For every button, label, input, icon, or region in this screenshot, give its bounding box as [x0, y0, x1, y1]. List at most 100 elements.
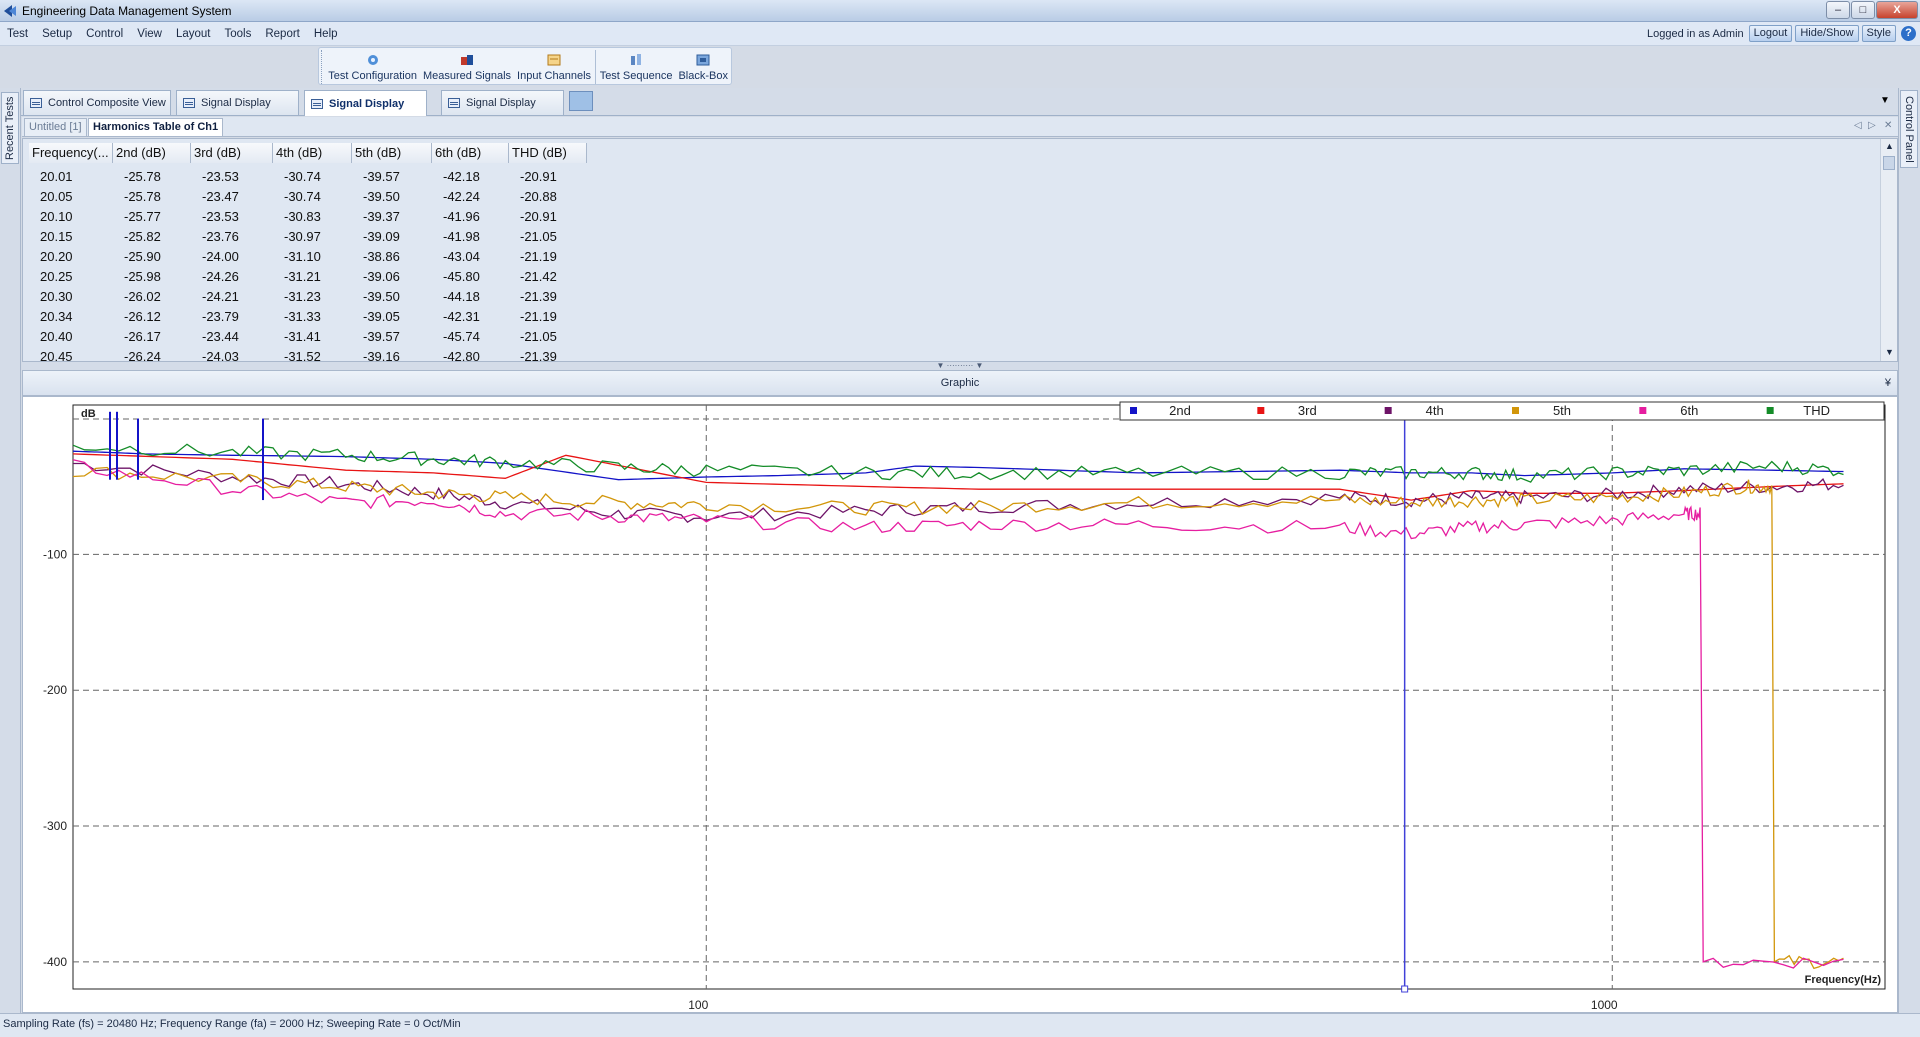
style-button[interactable]: Style [1861, 25, 1896, 42]
table-cell: -31.41 [284, 329, 321, 344]
y-tick-label: -300 [43, 819, 67, 833]
col-5th[interactable]: 5th (dB) [352, 143, 432, 163]
help-icon[interactable]: ? [1901, 26, 1916, 41]
col-frequency[interactable]: Frequency(... [29, 143, 113, 163]
legend-swatch [1384, 407, 1392, 414]
new-tab-button[interactable] [569, 91, 593, 111]
toolbar-grip[interactable] [321, 50, 323, 84]
menu-test[interactable]: Test [0, 28, 35, 40]
menu-control[interactable]: Control [79, 28, 130, 40]
table-scrollbar[interactable]: ▲ ▼ [1880, 139, 1897, 361]
menu-report[interactable]: Report [258, 28, 307, 40]
channels-icon [547, 54, 561, 66]
col-4th[interactable]: 4th (dB) [273, 143, 352, 163]
table-cell: -38.86 [363, 249, 400, 264]
legend-label: 3rd [1298, 403, 1317, 418]
table-row[interactable]: 20.34 -26.12 -23.79 -31.33 -39.05 -42.31 -21.1… [29, 307, 587, 327]
col-3rd[interactable]: 3rd (dB) [191, 143, 273, 163]
legend-swatch [1257, 407, 1265, 414]
menu-setup[interactable]: Setup [35, 28, 79, 40]
maximize-button[interactable]: □ [1851, 1, 1875, 19]
table-cell: -21.05 [520, 229, 557, 244]
test-sequence-button[interactable]: Test Sequence [597, 48, 676, 84]
minimize-button[interactable]: – [1826, 1, 1850, 19]
table-cell: -20.91 [520, 209, 557, 224]
tab-signal-display-1[interactable]: Signal Display [176, 90, 299, 115]
table-row[interactable]: 20.15 -25.82 -23.76 -30.97 -39.09 -41.98 -21.0… [29, 227, 587, 247]
scroll-left-icon[interactable]: ◁ [1854, 120, 1862, 131]
table-row[interactable]: 20.25 -25.98 -24.26 -31.21 -39.06 -45.80 -21.4… [29, 267, 587, 287]
hide-show-button[interactable]: Hide/Show [1795, 25, 1859, 42]
tab-list-dropdown-icon[interactable]: ▼ [1880, 95, 1890, 106]
graphic-title: Graphic [940, 377, 980, 389]
table-cell: -24.21 [202, 289, 239, 304]
table-cell: -42.80 [443, 349, 480, 362]
test-configuration-button[interactable]: Test Configuration [325, 48, 420, 84]
table-cell: -39.09 [363, 229, 400, 244]
table-cell: -20.91 [520, 169, 557, 184]
view-icon [448, 98, 460, 108]
legend-swatch [1766, 407, 1774, 414]
table-cell: -23.53 [202, 169, 239, 184]
table-cell: 20.25 [40, 269, 73, 284]
control-panel-tab[interactable]: Control Panel [1900, 90, 1918, 168]
signals-icon [461, 55, 473, 65]
table-cell: -26.24 [124, 349, 161, 362]
graphic-header: Graphic ¥ [22, 370, 1898, 396]
harmonics-chart[interactable]: -100 -200 -300 -400 100 1000 dB Frequency(Hz) 2n… [23, 397, 1897, 1012]
sequence-icon [631, 54, 642, 65]
harmonics-table: Frequency(... 2nd (dB) 3rd (dB) 4th (dB)… [22, 138, 1898, 362]
table-row[interactable]: 20.45 -26.24 -24.03 -31.52 -39.16 -42.80 -21.3… [29, 347, 587, 362]
tab-signal-display-2[interactable]: Signal Display [304, 90, 427, 116]
table-cell: -31.33 [284, 309, 321, 324]
tab-signal-display-3[interactable]: Signal Display [441, 90, 564, 115]
table-row[interactable]: 20.10 -25.77 -23.53 -30.83 -39.37 -41.96 -20.9… [29, 207, 587, 227]
col-thd[interactable]: THD (dB) [509, 143, 587, 163]
logout-button[interactable]: Logout [1748, 25, 1793, 42]
right-dock-strip [1898, 88, 1920, 1013]
table-cell: 20.40 [40, 329, 73, 344]
legend-swatch [1639, 407, 1647, 414]
table-row[interactable]: 20.01 -25.78 -23.53 -30.74 -39.57 -42.18 -20.9… [29, 167, 587, 187]
status-bar: Sampling Rate (fs) = 20480 Hz; Frequency… [0, 1013, 1920, 1037]
scroll-up-icon[interactable]: ▲ [1885, 141, 1894, 151]
menu-help[interactable]: Help [307, 28, 345, 40]
table-cell: 20.05 [40, 189, 73, 204]
col-6th[interactable]: 6th (dB) [432, 143, 509, 163]
close-button[interactable]: X [1876, 1, 1918, 19]
table-row[interactable]: 20.05 -25.78 -23.47 -30.74 -39.50 -42.24 -20.8… [29, 187, 587, 207]
table-cell: -43.04 [443, 249, 480, 264]
table-body: 20.01 -25.78 -23.53 -30.74 -39.57 -42.18 -20.9… [29, 167, 587, 362]
table-cell: -25.90 [124, 249, 161, 264]
tab-untitled[interactable]: Untitled [1] [24, 118, 87, 136]
cursor-handle-bottom[interactable] [1401, 985, 1409, 993]
scroll-thumb[interactable] [1883, 156, 1895, 170]
tab-harmonics-table[interactable]: Harmonics Table of Ch1 [88, 118, 224, 136]
scroll-down-icon[interactable]: ▼ [1885, 347, 1894, 357]
menu-view[interactable]: View [130, 28, 169, 40]
panel-splitter[interactable]: ▼ ·········· ▼ [22, 362, 1898, 370]
table-cell: -42.18 [443, 169, 480, 184]
table-row[interactable]: 20.20 -25.90 -24.00 -31.10 -38.86 -43.04 -21.1… [29, 247, 587, 267]
menu-layout[interactable]: Layout [169, 28, 218, 40]
legend-swatch [1130, 407, 1137, 414]
tab-control-composite-view[interactable]: Control Composite View [23, 90, 171, 115]
collapse-icon[interactable]: ¥ [1885, 371, 1891, 395]
table-cell: -39.16 [363, 349, 400, 362]
table-row[interactable]: 20.40 -26.17 -23.44 -31.41 -39.57 -45.74 -21.0… [29, 327, 587, 347]
recent-tests-tab[interactable]: Recent Tests [1, 92, 19, 164]
table-cell: -21.19 [520, 309, 557, 324]
menu-tools[interactable]: Tools [217, 28, 258, 40]
table-cell: -31.10 [284, 249, 321, 264]
black-box-button[interactable]: Black-Box [675, 48, 731, 84]
left-dock-strip [0, 88, 21, 1013]
scroll-right-icon[interactable]: ▷ [1868, 120, 1876, 131]
table-cell: 20.15 [40, 229, 73, 244]
measured-signals-button[interactable]: Measured Signals [420, 48, 514, 84]
col-2nd[interactable]: 2nd (dB) [113, 143, 191, 163]
table-row[interactable]: 20.30 -26.02 -24.21 -31.23 -39.50 -44.18 -21.3… [29, 287, 587, 307]
close-tab-icon[interactable]: ✕ [1884, 120, 1892, 131]
input-channels-button[interactable]: Input Channels [514, 48, 594, 84]
view-icon [30, 98, 42, 108]
y-tick-label: -400 [43, 955, 67, 969]
